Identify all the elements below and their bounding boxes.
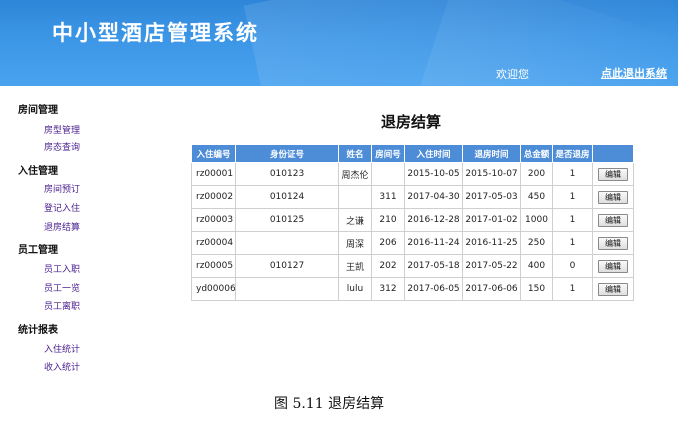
table-cell xyxy=(235,231,339,255)
table-cell: 150 xyxy=(520,277,553,301)
sidebar-item-checkin-stats[interactable]: 入住统计 xyxy=(44,342,80,355)
edit-button[interactable]: 编辑 xyxy=(598,282,628,296)
table-cell: 312 xyxy=(371,277,405,301)
sidebar-item-register[interactable]: 登记入住 xyxy=(44,201,80,214)
table-cell: 010123 xyxy=(235,162,339,186)
col-header: 总金额 xyxy=(520,144,553,163)
table-cell: 编辑 xyxy=(592,208,634,232)
table-cell: 010124 xyxy=(235,185,339,209)
col-header: 是否退房 xyxy=(552,144,593,163)
table-cell: 202 xyxy=(371,254,405,278)
table-cell: 210 xyxy=(371,208,405,232)
table-row: rz00001 010123 周杰伦 2015-10-05 2015-10-07… xyxy=(191,162,634,186)
app-header: 中小型酒店管理系统 欢迎您 点此退出系统 xyxy=(0,0,678,86)
checkout-table: 入住编号 身份证号 姓名 房间号 入住时间 退房时间 总金额 是否退房 rz00… xyxy=(191,144,634,301)
table-cell: 250 xyxy=(520,231,553,255)
table-cell: 编辑 xyxy=(592,254,634,278)
table-cell: 2016-12-28 xyxy=(404,208,463,232)
sidebar-item-room-type[interactable]: 房型管理 xyxy=(44,123,80,136)
table-cell: 200 xyxy=(520,162,553,186)
edit-button[interactable]: 编辑 xyxy=(598,259,628,273)
edit-button[interactable]: 编辑 xyxy=(598,213,628,227)
logout-link[interactable]: 点此退出系统 xyxy=(601,65,667,81)
nav-group-report: 统计报表 xyxy=(18,325,58,336)
sidebar-item-room-status[interactable]: 房态查询 xyxy=(44,140,80,153)
table-cell: 2016-11-25 xyxy=(462,231,521,255)
table-cell: 2017-01-02 xyxy=(462,208,521,232)
table-cell: 1 xyxy=(552,231,593,255)
table-cell: 206 xyxy=(371,231,405,255)
table-cell: 王凯 xyxy=(338,254,372,278)
table-row: rz00003 010125 之谦 210 2016-12-28 2017-01… xyxy=(191,208,634,232)
sidebar-item-checkout[interactable]: 退房结算 xyxy=(44,220,80,233)
table-row: yd00006 lulu 312 2017-06-05 2017-06-06 1… xyxy=(191,277,634,301)
table-cell: 450 xyxy=(520,185,553,209)
table-cell: 1 xyxy=(552,185,593,209)
nav-group-checkin: 入住管理 xyxy=(18,166,58,177)
table-cell: 400 xyxy=(520,254,553,278)
welcome-text: 欢迎您 xyxy=(496,68,529,81)
table-cell: 2015-10-05 xyxy=(404,162,463,186)
table-cell: rz00001 xyxy=(191,162,236,186)
sidebar-item-income-stats[interactable]: 收入统计 xyxy=(44,360,80,373)
col-header: 身份证号 xyxy=(235,144,339,163)
col-header xyxy=(592,144,634,163)
table-cell: 311 xyxy=(371,185,405,209)
table-cell: 010125 xyxy=(235,208,339,232)
table-cell: 2015-10-07 xyxy=(462,162,521,186)
table-row: rz00002 010124 311 2017-04-30 2017-05-03… xyxy=(191,185,634,209)
table-cell: rz00005 xyxy=(191,254,236,278)
system-title: 中小型酒店管理系统 xyxy=(52,21,259,45)
table-cell: 编辑 xyxy=(592,162,634,186)
col-header: 姓名 xyxy=(338,144,372,163)
table-cell xyxy=(235,277,339,301)
edit-button[interactable]: 编辑 xyxy=(598,236,628,250)
sidebar-item-staff-join[interactable]: 员工入职 xyxy=(44,262,80,275)
sidebar-item-staff-leave[interactable]: 员工离职 xyxy=(44,299,80,312)
nav-group-room: 房间管理 xyxy=(18,105,58,116)
table-cell: 2017-06-05 xyxy=(404,277,463,301)
table-cell: 2016-11-24 xyxy=(404,231,463,255)
table-cell: 1 xyxy=(552,277,593,301)
table-cell: 2017-05-18 xyxy=(404,254,463,278)
table-cell: 编辑 xyxy=(592,277,634,301)
sidebar-nav: 房间管理 房型管理 房态查询 入住管理 房间预订 登记入住 退房结算 员工管理 … xyxy=(0,86,180,380)
table-cell: 编辑 xyxy=(592,185,634,209)
table-row: rz00005 010127 王凯 202 2017-05-18 2017-05… xyxy=(191,254,634,278)
nav-group-staff: 员工管理 xyxy=(18,245,58,256)
table-cell: rz00003 xyxy=(191,208,236,232)
table-cell: 1 xyxy=(552,208,593,232)
table-cell: 编辑 xyxy=(592,231,634,255)
col-header: 入住编号 xyxy=(191,144,236,163)
table-cell: 2017-06-06 xyxy=(462,277,521,301)
edit-button[interactable]: 编辑 xyxy=(598,190,628,204)
edit-button[interactable]: 编辑 xyxy=(598,167,628,181)
sidebar-item-staff-list[interactable]: 员工一览 xyxy=(44,281,80,294)
table-row: rz00004 周深 206 2016-11-24 2016-11-25 250… xyxy=(191,231,634,255)
table-cell: 2017-05-03 xyxy=(462,185,521,209)
table-cell: 2017-05-22 xyxy=(462,254,521,278)
table-cell: rz00002 xyxy=(191,185,236,209)
table-cell: 0 xyxy=(552,254,593,278)
col-header: 入住时间 xyxy=(404,144,463,163)
table-cell: 周深 xyxy=(338,231,372,255)
table-cell: 010127 xyxy=(235,254,339,278)
table-cell: 之谦 xyxy=(338,208,372,232)
table-cell: 1000 xyxy=(520,208,553,232)
figure-caption: 图 5.11 退房结算 xyxy=(274,396,385,412)
table-cell: rz00004 xyxy=(191,231,236,255)
table-header-row: 入住编号 身份证号 姓名 房间号 入住时间 退房时间 总金额 是否退房 xyxy=(191,144,634,163)
page-title: 退房结算 xyxy=(381,113,442,131)
table-cell: 周杰伦 xyxy=(338,162,372,186)
sidebar-item-booking[interactable]: 房间预订 xyxy=(44,182,80,195)
table-cell: yd00006 xyxy=(191,277,236,301)
table-cell: 2017-04-30 xyxy=(404,185,463,209)
col-header: 房间号 xyxy=(371,144,405,163)
table-cell: lulu xyxy=(338,277,372,301)
table-cell xyxy=(338,185,372,209)
table-cell: 1 xyxy=(552,162,593,186)
col-header: 退房时间 xyxy=(462,144,521,163)
table-cell xyxy=(371,162,405,186)
